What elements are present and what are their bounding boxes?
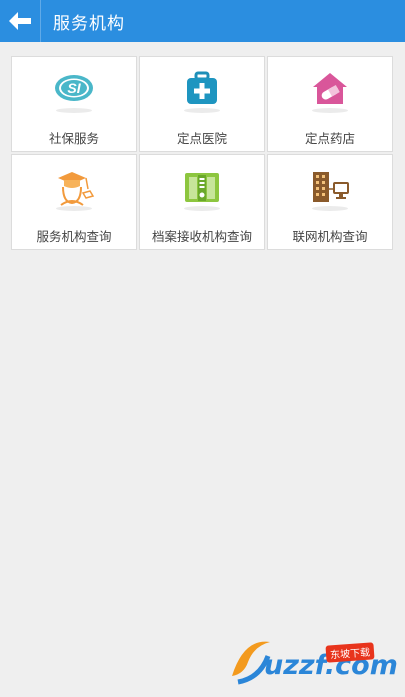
app-bar: 服务机构	[0, 0, 405, 42]
tile-label: 定点医院	[176, 131, 227, 146]
tile-label: 社保服务	[48, 131, 99, 146]
tile-label: 档案接收机构查询	[151, 229, 252, 244]
watermark-logo: uzzf.com 东坡下载	[224, 632, 402, 690]
social-security-icon: SI	[55, 75, 93, 101]
tile-network-institution-query[interactable]: 联网机构查询	[267, 154, 393, 250]
watermark-badge: 东坡下载	[325, 642, 375, 663]
pharmacy-icon	[313, 73, 347, 104]
tile-archive-receiving-query[interactable]: 档案接收机构查询	[139, 154, 265, 250]
tile-social-security[interactable]: SI 社保服务	[11, 56, 137, 152]
network-building-icon	[313, 172, 349, 202]
tile-label: 定点药店	[304, 131, 355, 146]
graduate-icon	[58, 172, 95, 206]
page-title: 服务机构	[53, 13, 125, 34]
medical-kit-icon	[187, 71, 217, 104]
tile-service-institution-query[interactable]: 服务机构查询	[11, 154, 137, 250]
back-arrow-icon	[9, 12, 31, 30]
service-grid: SI 社保服务 定点医院 定点药店 服务机构查询 档案接收机构查询 联网机构查询	[11, 56, 393, 250]
archive-cabinet-icon	[185, 173, 219, 202]
tile-designated-pharmacy[interactable]: 定点药店	[267, 56, 393, 152]
tile-label: 服务机构查询	[36, 229, 112, 244]
svg-text:SI: SI	[67, 80, 81, 96]
back-button[interactable]	[0, 0, 41, 42]
tile-label: 联网机构查询	[292, 229, 368, 244]
tile-designated-hospital[interactable]: 定点医院	[139, 56, 265, 152]
